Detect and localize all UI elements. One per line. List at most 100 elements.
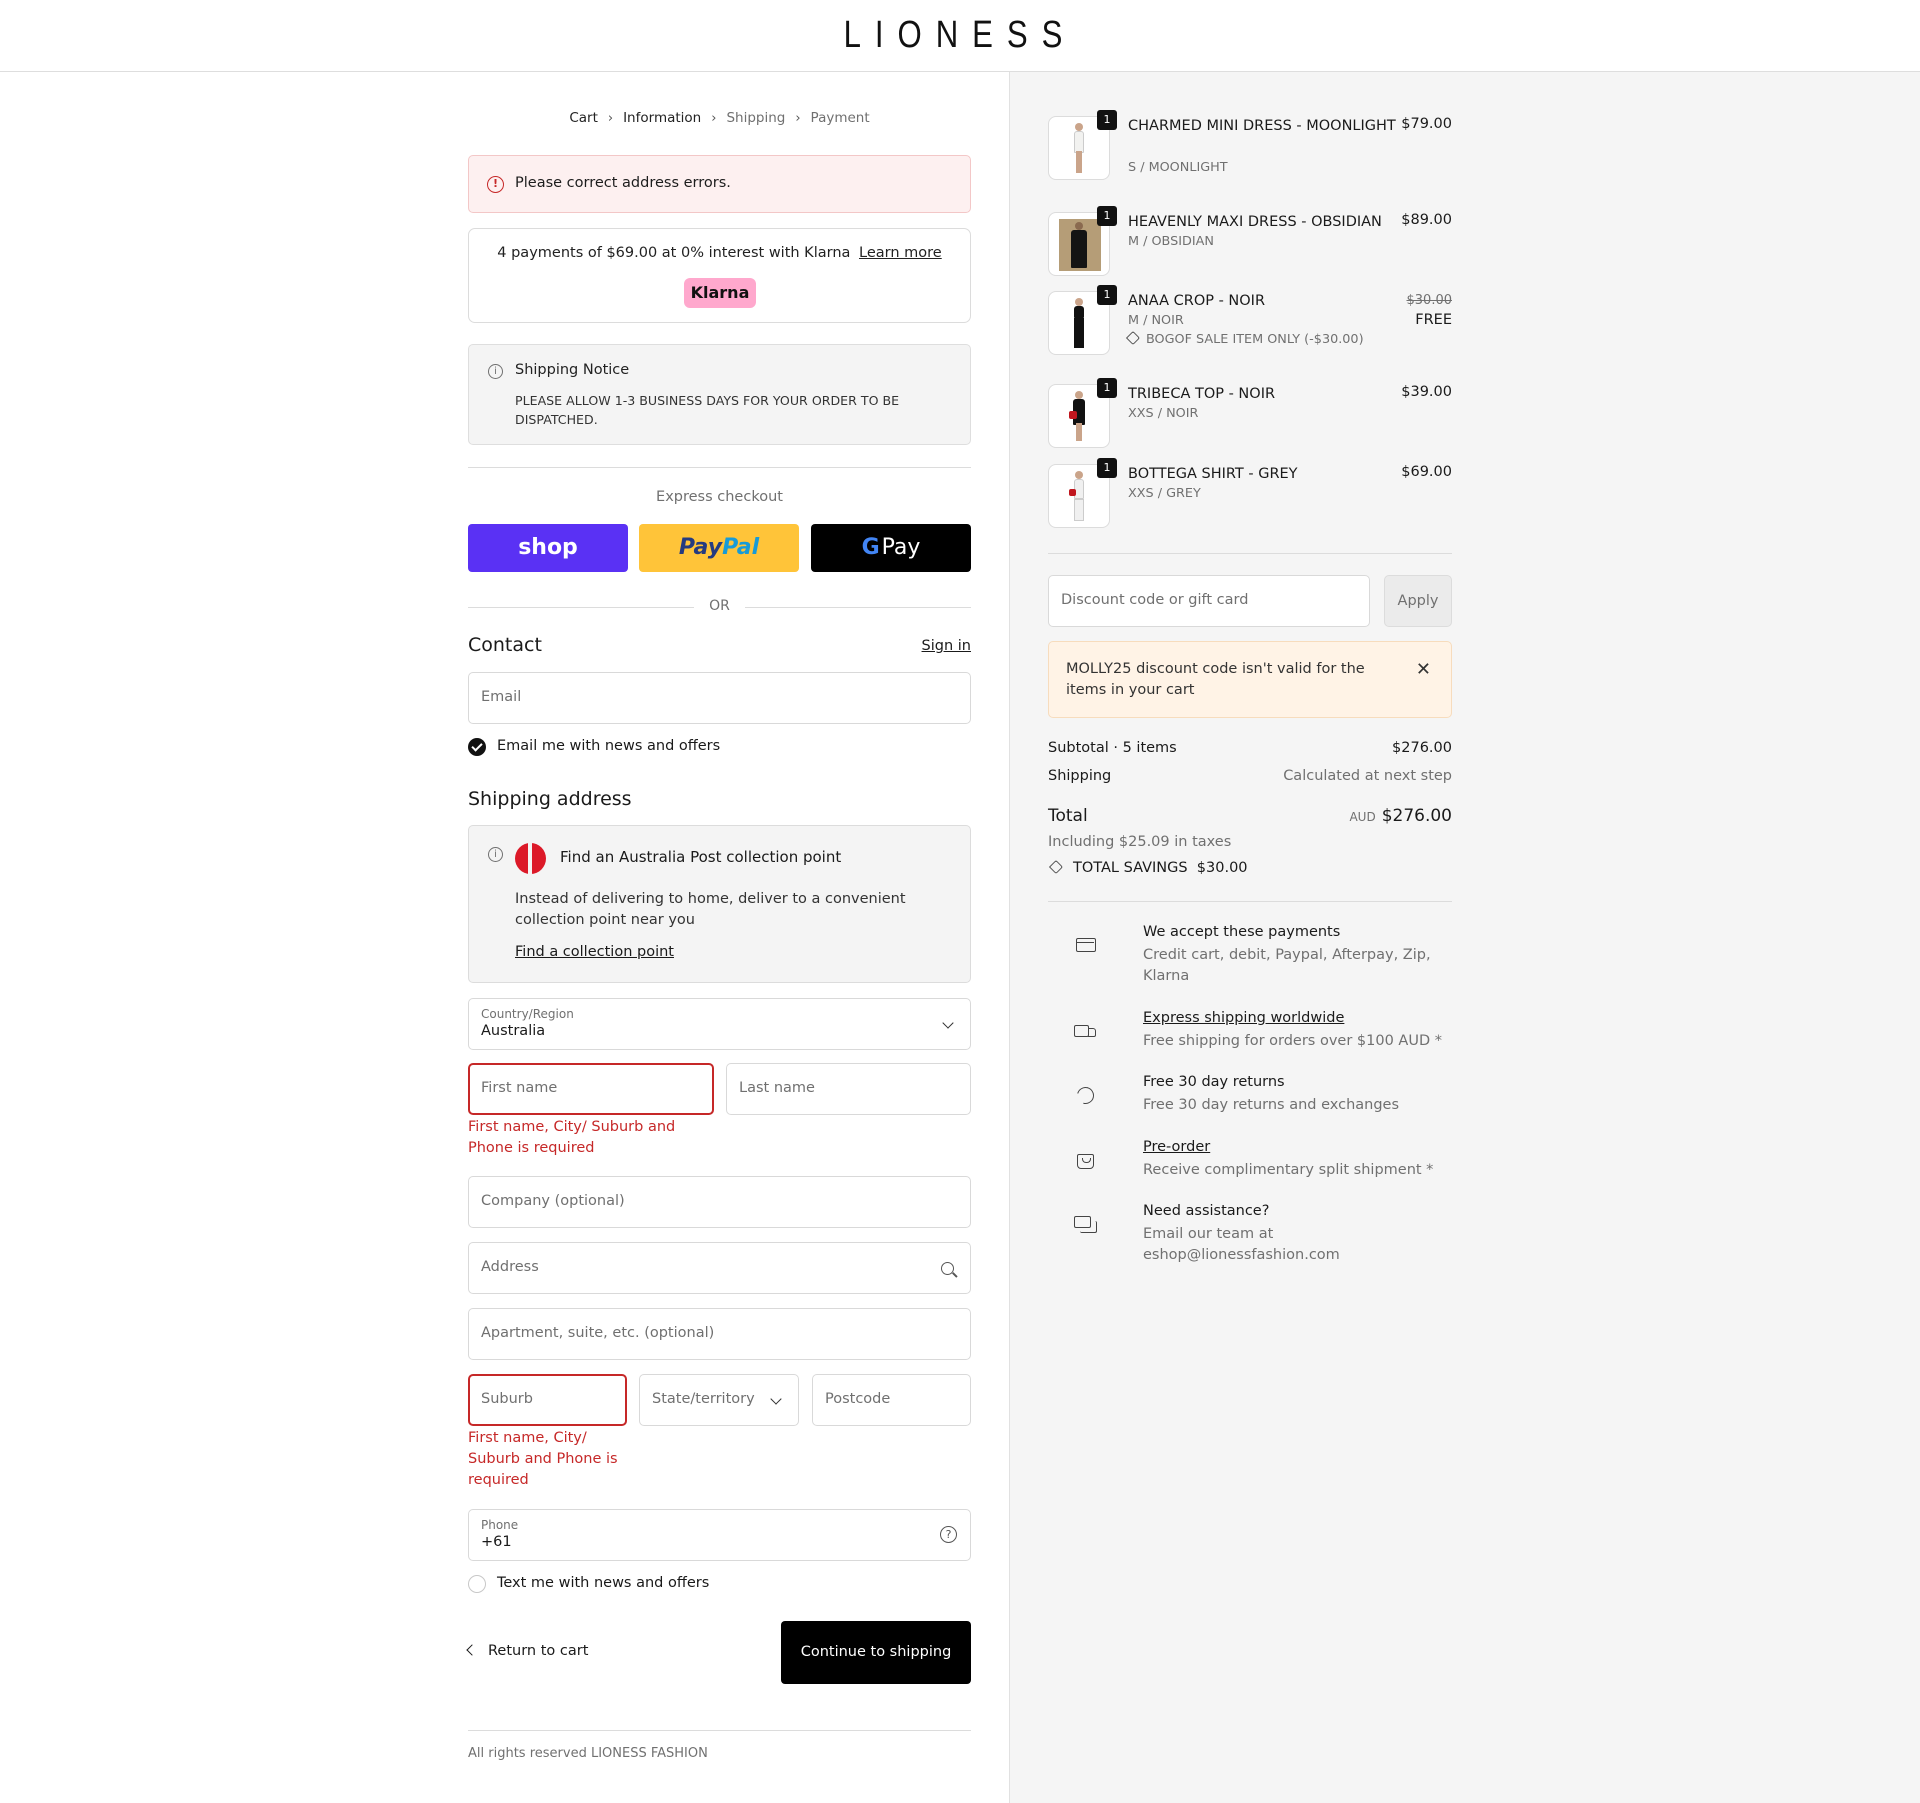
total-row: Total AUD $276.00 [1048,806,1452,826]
continue-to-shipping-button[interactable]: Continue to shipping [781,1621,971,1684]
total-value: $276.00 [1381,806,1452,826]
savings-label: TOTAL SAVINGS [1073,860,1188,876]
last-name-field[interactable]: Last name [726,1063,971,1115]
shipping-notice-title: Shipping Notice [515,362,630,378]
breadcrumb: Cart › Information › Shipping › Payment [468,110,971,126]
phone-label: Phone [481,1518,519,1532]
shipping-label: Shipping [1048,768,1112,784]
shipping-address-heading: Shipping address [468,788,632,810]
company-placeholder: Company (optional) [481,1193,625,1209]
address-field[interactable]: Address [468,1242,971,1294]
discount-code-field[interactable]: Discount code or gift card [1048,575,1370,627]
item-promo-text: BOGOF SALE ITEM ONLY (-$30.00) [1146,332,1364,347]
figure-head [1075,391,1083,399]
shop-pay-button[interactable]: shop [468,524,628,572]
text-news-checkbox-row[interactable]: Text me with news and offers [468,1575,971,1595]
email-news-label: Email me with news and offers [497,738,721,754]
suburb-error-message: First name, City/ Suburb and Phone is re… [468,1430,618,1488]
figure-dress [1074,131,1084,153]
divider [468,1730,971,1731]
apply-discount-button[interactable]: Apply [1384,575,1452,627]
quantity-badge: 1 [1097,285,1117,305]
divider [468,467,971,468]
figure-head [1075,471,1083,479]
discount-placeholder: Discount code or gift card [1061,592,1249,608]
breadcrumb-information: Information [623,110,702,126]
item-promo: BOGOF SALE ITEM ONLY (-$30.00) [1125,330,1364,347]
total-savings-row: TOTAL SAVINGS $30.00 [1048,859,1452,876]
klarna-line: 4 payments of $69.00 at 0% interest with… [469,245,970,261]
cart-item: 1 BOTTEGA SHIRT - GREY XXS / GREY $69.00 [1048,458,1452,528]
text-news-checkbox[interactable] [468,1575,486,1593]
error-alert-text: Please correct address errors. [515,175,731,191]
shipping-notice: i Shipping Notice PLEASE ALLOW 1-3 BUSIN… [468,344,971,445]
paypal-logo-pay: Pay [678,535,723,560]
product-figure [1072,298,1086,350]
shipping-row: Shipping Calculated at next step [1048,768,1452,784]
subtotal-value: $276.00 [1392,740,1452,756]
discount-warning: MOLLY25 discount code isn't valid for th… [1048,641,1452,718]
australia-post-logo-icon [515,843,546,874]
breadcrumb-shipping: Shipping [726,110,786,126]
suburb-field[interactable]: Suburb [468,1374,627,1426]
or-text: OR [709,598,730,614]
item-price: $79.00 [1401,116,1452,132]
last-name-placeholder: Last name [739,1080,815,1096]
figure-bag [1069,411,1077,419]
postcode-field[interactable]: Postcode [812,1374,971,1426]
australia-post-body: Instead of delivering to home, deliver t… [515,891,906,928]
subtotal-label: Subtotal · 5 items [1048,740,1177,756]
sign-in-link[interactable]: Sign in [922,638,971,654]
pre-order-link[interactable]: Pre-order [1143,1139,1210,1155]
return-to-cart-link[interactable]: Return to cart [466,1643,588,1659]
first-name-placeholder: First name [481,1080,558,1096]
klarna-learn-more-link[interactable]: Learn more [859,245,942,261]
google-pay-label: Pay [881,535,921,560]
email-news-checkbox-row[interactable]: Email me with news and offers [468,738,971,758]
first-name-field[interactable]: First name [468,1063,714,1115]
contact-heading: Contact [468,634,542,656]
close-icon[interactable]: ✕ [1416,659,1431,680]
figure-pants [1074,318,1084,348]
item-variant: S / MOONLIGHT [1128,160,1228,175]
total-label: Total [1048,806,1088,826]
credit-card-icon [1074,936,1098,956]
company-field[interactable]: Company (optional) [468,1176,971,1228]
footer-copyright: All rights reserved LIONESS FASHION [468,1746,708,1761]
phone-value: +61 [481,1534,512,1550]
find-collection-point-link[interactable]: Find a collection point [515,944,674,960]
info-icon: i [488,364,503,379]
help-icon[interactable]: ? [940,1526,957,1543]
paypal-button[interactable]: PayPal [639,524,799,572]
state-select[interactable]: State/territory [639,1374,799,1426]
cart-item: 1 ANAA CROP - NOIR M / NOIR BOGOF SALE I… [1048,285,1452,355]
suburb-placeholder: Suburb [481,1391,533,1407]
tag-icon [1048,859,1064,875]
shipping-value: Calculated at next step [1283,768,1452,784]
apartment-field[interactable]: Apartment, suite, etc. (optional) [468,1308,971,1360]
returns-icon [1073,1083,1098,1108]
apartment-placeholder: Apartment, suite, etc. (optional) [481,1325,715,1341]
feature-desc: Email our team at eshop@lionessfashion.c… [1143,1226,1340,1263]
error-icon: ! [487,176,504,193]
country-select[interactable]: Country/Region Australia [468,998,971,1050]
quantity-badge: 1 [1097,110,1117,130]
divider [1048,901,1452,902]
figure-head [1075,298,1083,306]
product-figure [1068,222,1090,268]
brand-logo[interactable]: LIONESS [173,14,1747,57]
truck-cab [1088,1028,1096,1037]
search-icon [941,1262,954,1275]
email-placeholder: Email [481,689,522,705]
google-g-icon: G [861,535,880,560]
breadcrumb-cart[interactable]: Cart [569,110,598,126]
item-price: $69.00 [1401,464,1452,480]
google-pay-button[interactable]: GPay [811,524,971,572]
quantity-badge: 1 [1097,458,1117,478]
quantity-badge: 1 [1097,378,1117,398]
email-news-checkbox[interactable] [468,738,486,756]
express-shipping-link[interactable]: Express shipping worldwide [1143,1010,1344,1026]
klarna-logo: Klarna [684,278,756,308]
email-field[interactable]: Email [468,672,971,724]
phone-field[interactable]: Phone +61 ? [468,1509,971,1561]
